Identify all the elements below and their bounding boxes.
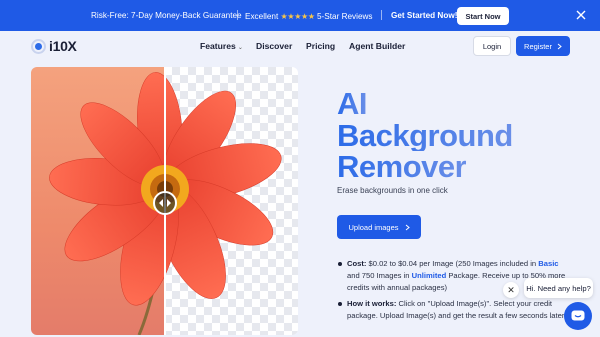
nav-discover[interactable]: Discover bbox=[256, 41, 292, 51]
chat-close-icon[interactable]: ✕ bbox=[503, 282, 519, 298]
banner-separator bbox=[381, 10, 382, 20]
close-icon[interactable] bbox=[575, 9, 587, 21]
cost-text-2: and 750 Images in bbox=[347, 271, 410, 280]
hero-title-line-3: Remover bbox=[337, 149, 467, 184]
how-label: How it works: bbox=[347, 299, 397, 308]
logo-text: i10X bbox=[49, 38, 77, 54]
compare-arrows-icon bbox=[159, 199, 171, 207]
nav-features-label: Features bbox=[200, 41, 236, 51]
promo-banner: Risk-Free: 7-Day Money-Back Guarantee Ex… bbox=[0, 0, 600, 31]
plan-basic-link[interactable]: Basic bbox=[538, 259, 558, 268]
cost-label: Cost: bbox=[347, 259, 367, 268]
hero-subtitle: Erase backgrounds in one click bbox=[337, 186, 448, 195]
banner-cta: Get Started Now! bbox=[391, 11, 458, 20]
upload-images-button[interactable]: Upload images bbox=[337, 215, 421, 239]
chevron-down-icon: ⌄ bbox=[237, 45, 243, 51]
hero-title-line-1: AI bbox=[337, 86, 368, 121]
banner-separator bbox=[237, 10, 238, 20]
before-after-image bbox=[31, 67, 298, 335]
rating-text: Excellent ★★★★★ 5-Star Reviews bbox=[245, 11, 373, 21]
upload-label: Upload images bbox=[348, 222, 399, 232]
chat-greeting[interactable]: Hi. Need any help? bbox=[524, 278, 593, 298]
register-button[interactable]: Register bbox=[516, 36, 570, 56]
chat-icon bbox=[571, 310, 585, 320]
star-rating-icon: ★★★★★ bbox=[280, 12, 316, 21]
logo[interactable]: i10X bbox=[31, 38, 77, 54]
register-label: Register bbox=[524, 41, 552, 51]
rating-reviews: 5-Star Reviews bbox=[317, 12, 373, 21]
guarantee-text: Risk-Free: 7-Day Money-Back Guarantee bbox=[91, 11, 242, 20]
compare-slider-handle[interactable] bbox=[153, 191, 177, 215]
cost-text-1: $0.02 to $0.04 per Image (250 Images inc… bbox=[368, 259, 537, 268]
arrow-right-icon bbox=[557, 43, 562, 49]
arrow-right-icon bbox=[405, 224, 410, 230]
how-it-works-item: How it works: Click on "Upload Image(s)"… bbox=[337, 298, 569, 322]
start-now-button[interactable]: Start Now bbox=[457, 7, 509, 25]
logo-icon bbox=[31, 38, 46, 54]
nav-pricing[interactable]: Pricing bbox=[306, 41, 335, 51]
hero-title-line-2: Background bbox=[337, 118, 513, 153]
chat-launcher-button[interactable] bbox=[564, 302, 592, 330]
nav-agent-builder[interactable]: Agent Builder bbox=[349, 41, 405, 51]
rating-excellent: Excellent bbox=[245, 12, 279, 21]
nav-features[interactable]: Features ⌄ bbox=[200, 41, 243, 51]
login-button[interactable]: Login bbox=[473, 36, 511, 56]
plan-unlimited-link[interactable]: Unlimited bbox=[412, 271, 447, 280]
